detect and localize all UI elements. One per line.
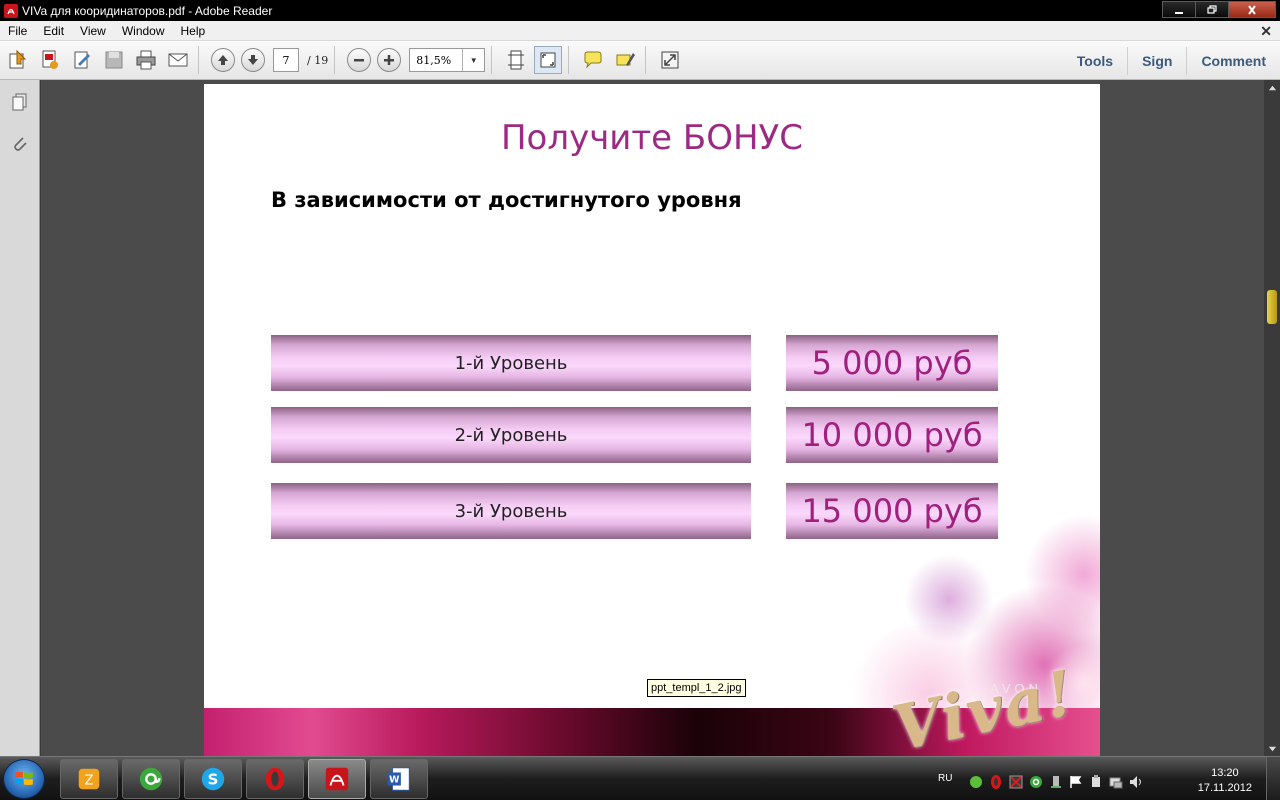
- fit-width-button[interactable]: [534, 46, 563, 74]
- taskbar-opera-icon[interactable]: [246, 759, 304, 799]
- tray-antivirus-icon[interactable]: [1008, 774, 1024, 790]
- page-total-label: / 19: [307, 53, 329, 67]
- toolbar-separator: [198, 46, 199, 74]
- close-document-icon[interactable]: ✕: [1260, 23, 1272, 40]
- zoom-value: 81,5%: [416, 53, 452, 67]
- highlight-text-button[interactable]: [611, 46, 639, 74]
- slide-subtitle: В зависимости от достигнутого уровня: [271, 188, 742, 212]
- taskbar-app-uc-icon[interactable]: Z: [60, 759, 118, 799]
- language-indicator[interactable]: RU: [938, 773, 952, 784]
- save-button[interactable]: [100, 46, 128, 74]
- full-screen-button[interactable]: [656, 46, 684, 74]
- menu-help[interactable]: Help: [173, 24, 214, 38]
- level-1-bar: 1-й Уровень: [271, 335, 751, 391]
- taskbar-word-icon[interactable]: W: [370, 759, 428, 799]
- toolbar-separator: [491, 46, 493, 74]
- taskbar-skype-icon[interactable]: S: [184, 759, 242, 799]
- tray-opera-icon[interactable]: [988, 774, 1004, 790]
- toolbar: 7 / 19 81,5% ▼ Tools Sign Comment: [0, 41, 1280, 80]
- pdf-page: Получите БОНУС В зависимости от достигну…: [204, 84, 1100, 756]
- vertical-scrollbar[interactable]: [1264, 80, 1280, 756]
- toolbar-separator: [334, 46, 336, 74]
- close-window-button[interactable]: [1228, 1, 1276, 18]
- window-title: VIVa для кооридинаторов.pdf - Adobe Read…: [22, 3, 273, 18]
- taskbar: Z S W RU 13:20 17.11.2012: [0, 756, 1280, 800]
- clock-date: 17.11.2012: [1197, 782, 1252, 794]
- taskbar-adobe-reader-icon[interactable]: [308, 759, 366, 799]
- tray-action-center-icon[interactable]: [1068, 774, 1084, 790]
- decorative-bokeh: [904, 554, 994, 644]
- minimize-button[interactable]: [1162, 1, 1196, 18]
- svg-text:W: W: [389, 775, 399, 786]
- toolbar-separator: [645, 46, 647, 74]
- clock-time: 13:20: [1211, 767, 1239, 779]
- menu-file[interactable]: File: [0, 24, 35, 38]
- email-button[interactable]: [164, 46, 192, 74]
- tools-link[interactable]: Tools: [1063, 47, 1127, 75]
- create-pdf-button[interactable]: [36, 46, 64, 74]
- tray-icq-icon[interactable]: [968, 774, 984, 790]
- system-tray: RU 13:20 17.11.2012: [930, 757, 1280, 800]
- menu-edit[interactable]: Edit: [35, 24, 72, 38]
- zoom-out-button[interactable]: [347, 48, 372, 72]
- sticky-note-button[interactable]: [579, 46, 607, 74]
- scroll-up-icon[interactable]: [1264, 80, 1280, 96]
- navigation-pane: [0, 80, 40, 756]
- adobe-reader-icon: [4, 3, 18, 18]
- taskbar-mail-agent-icon[interactable]: [122, 759, 180, 799]
- tray-network-icon[interactable]: [1108, 774, 1124, 790]
- svg-text:S: S: [208, 771, 219, 789]
- start-button[interactable]: [3, 759, 45, 799]
- level-3-bar: 3-й Уровень: [271, 483, 751, 539]
- toolbar-separator: [568, 46, 570, 74]
- level-2-amount: 10 000 руб: [786, 407, 998, 463]
- edit-pdf-button[interactable]: [68, 46, 96, 74]
- level-2-bar: 2-й Уровень: [271, 407, 751, 463]
- document-view[interactable]: Получите БОНУС В зависимости от достигну…: [41, 80, 1264, 756]
- tray-volume-icon[interactable]: [1128, 774, 1144, 790]
- level-3-amount: 15 000 руб: [786, 483, 998, 539]
- open-file-button[interactable]: [4, 46, 32, 74]
- print-button[interactable]: [132, 46, 160, 74]
- zoom-select[interactable]: 81,5% ▼: [409, 48, 486, 72]
- tray-mail-agent-icon[interactable]: [1028, 774, 1044, 790]
- svg-text:Z: Z: [85, 774, 94, 789]
- tray-usb-icon[interactable]: [1088, 774, 1104, 790]
- menu-bar: File Edit View Window Help ✕: [0, 21, 1280, 41]
- show-desktop-button[interactable]: [1266, 757, 1280, 800]
- scrollbar-thumb[interactable]: [1267, 290, 1277, 324]
- zoom-in-button[interactable]: [377, 48, 402, 72]
- chevron-down-icon[interactable]: ▼: [462, 49, 484, 71]
- slide-title: Получите БОНУС: [500, 118, 804, 158]
- page-thumbnails-icon[interactable]: [8, 90, 32, 114]
- scroll-down-icon[interactable]: [1264, 740, 1280, 756]
- fit-page-button[interactable]: [502, 46, 530, 74]
- tooltip: ppt_templ_1_2.jpg: [647, 679, 746, 697]
- menu-view[interactable]: View: [72, 24, 114, 38]
- previous-page-button[interactable]: [211, 48, 235, 72]
- level-1-amount: 5 000 руб: [786, 335, 998, 391]
- comment-link[interactable]: Comment: [1186, 46, 1280, 75]
- sign-link[interactable]: Sign: [1127, 46, 1186, 75]
- next-page-button[interactable]: [241, 48, 265, 72]
- title-bar: VIVa для кооридинаторов.pdf - Adobe Read…: [0, 0, 1280, 21]
- restore-button[interactable]: [1195, 1, 1229, 18]
- clock[interactable]: 13:20 17.11.2012: [1198, 766, 1252, 796]
- attachments-icon[interactable]: [8, 132, 32, 156]
- page-number-input[interactable]: 7: [273, 48, 299, 72]
- tray-device-icon[interactable]: [1048, 774, 1064, 790]
- menu-window[interactable]: Window: [114, 24, 173, 38]
